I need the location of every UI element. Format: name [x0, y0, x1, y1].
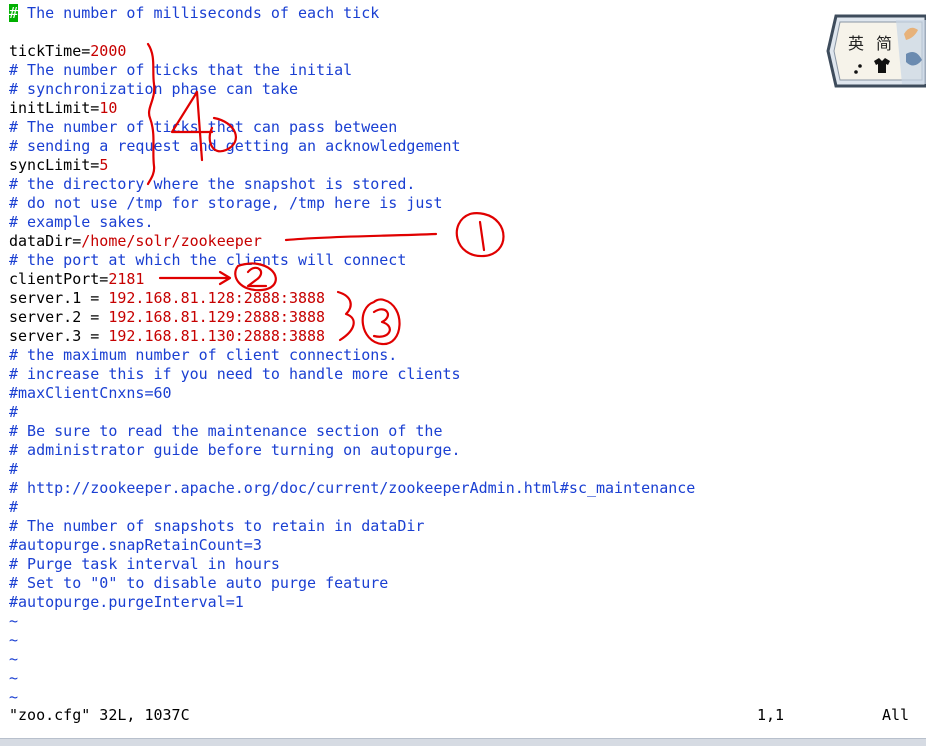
- config-value: /home/solr/zookeeper: [81, 232, 262, 250]
- status-file-info: "zoo.cfg" 32L, 1037C: [9, 706, 190, 724]
- comment-text: # http://zookeeper.apache.org/doc/curren…: [9, 479, 696, 497]
- comment-text: #autopurge.snapRetainCount=3: [9, 536, 262, 554]
- comment-line: #: [9, 460, 18, 479]
- comment-line: # example sakes.: [9, 213, 154, 232]
- config-key: clientPort=: [9, 270, 109, 288]
- config-value: 192.168.81.130:2888:3888: [108, 327, 326, 345]
- config-value: 192.168.81.129:2888:3888: [108, 308, 326, 326]
- comment-text: # the maximum number of client connectio…: [9, 346, 398, 364]
- config-entry-line: server.2 = 192.168.81.129:2888:3888: [9, 308, 325, 327]
- comment-text: #autopurge.purgeInterval=1: [9, 593, 244, 611]
- config-key: server.1 =: [9, 289, 109, 307]
- comment-line: # the directory where the snapshot is st…: [9, 175, 415, 194]
- comment-line: # Purge task interval in hours: [9, 555, 280, 574]
- config-entry-line: tickTime=2000: [9, 42, 126, 61]
- comment-text: # the directory where the snapshot is st…: [9, 175, 416, 193]
- comment-text: # increase this if you need to handle mo…: [9, 365, 461, 383]
- comment-line: # http://zookeeper.apache.org/doc/curren…: [9, 479, 695, 498]
- comment-text: # the port at which the clients will con…: [9, 251, 407, 269]
- config-value: 10: [99, 99, 118, 117]
- comment-line: # the port at which the clients will con…: [9, 251, 406, 270]
- empty-buffer-line: ~: [9, 688, 19, 706]
- comment-text: # do not use /tmp for storage, /tmp here…: [9, 194, 443, 212]
- comment-line: # do not use /tmp for storage, /tmp here…: [9, 194, 442, 213]
- comment-line: # Be sure to read the maintenance sectio…: [9, 422, 442, 441]
- config-key: server.2 =: [9, 308, 109, 326]
- ime-status-widget[interactable]: 英 简: [826, 14, 926, 94]
- config-entry-line: syncLimit=5: [9, 156, 108, 175]
- config-key: dataDir=: [9, 232, 82, 250]
- comment-line: # The number of ticks that the initial: [9, 61, 352, 80]
- config-key: syncLimit=: [9, 156, 100, 174]
- comment-line: # increase this if you need to handle mo…: [9, 365, 461, 384]
- comment-line: # the maximum number of client connectio…: [9, 346, 397, 365]
- config-key: initLimit=: [9, 99, 100, 117]
- comment-line: # The number of snapshots to retain in d…: [9, 517, 424, 536]
- comment-text: # The number of snapshots to retain in d…: [9, 517, 425, 535]
- vim-editor[interactable]: # The number of milliseconds of each tic…: [0, 0, 926, 745]
- comment-line: # synchronization phase can take: [9, 80, 298, 99]
- empty-buffer-line: ~: [9, 631, 19, 649]
- text-cursor: #: [9, 4, 19, 22]
- ime-status-icon: 英 简: [826, 14, 926, 88]
- empty-buffer-line: ~: [9, 669, 19, 687]
- comment-line: #: [9, 498, 18, 517]
- ime-script-label: 简: [876, 34, 892, 53]
- comment-text: # Set to "0" to disable auto purge featu…: [9, 574, 389, 592]
- config-entry-line: server.3 = 192.168.81.130:2888:3888: [9, 327, 325, 346]
- config-entry-line: dataDir=/home/solr/zookeeper: [9, 232, 262, 251]
- comment-line: # Set to "0" to disable auto purge featu…: [9, 574, 388, 593]
- comment-text: # Be sure to read the maintenance sectio…: [9, 422, 443, 440]
- comment-line: #autopurge.snapRetainCount=3: [9, 536, 262, 555]
- comment-text: # administrator guide before turning on …: [9, 441, 461, 459]
- config-value: 2000: [90, 42, 127, 60]
- comment-line: # The number of milliseconds of each tic…: [9, 4, 379, 23]
- comment-text: # synchronization phase can take: [9, 80, 298, 98]
- comment-text: The number of milliseconds of each tick: [18, 4, 380, 22]
- comment-text: #: [9, 460, 19, 478]
- comment-line: #: [9, 403, 18, 422]
- comment-line: # administrator guide before turning on …: [9, 441, 461, 460]
- config-value: 192.168.81.128:2888:3888: [108, 289, 326, 307]
- comment-text: # sending a request and getting an ackno…: [9, 137, 461, 155]
- comment-text: # The number of ticks that can pass betw…: [9, 118, 398, 136]
- config-entry-line: server.1 = 192.168.81.128:2888:3888: [9, 289, 325, 308]
- comment-line: # The number of ticks that can pass betw…: [9, 118, 397, 137]
- config-value: 5: [99, 156, 109, 174]
- config-key: server.3 =: [9, 327, 109, 345]
- status-cursor-position: 1,1: [757, 706, 785, 724]
- comment-text: #maxClientCnxns=60: [9, 384, 172, 402]
- empty-buffer-line: ~: [9, 650, 19, 668]
- config-entry-line: clientPort=2181: [9, 270, 144, 289]
- comment-text: # Purge task interval in hours: [9, 555, 280, 573]
- comment-line: #maxClientCnxns=60: [9, 384, 172, 403]
- comment-text: # The number of ticks that the initial: [9, 61, 353, 79]
- config-key: tickTime=: [9, 42, 91, 60]
- ime-lang-label: 英: [848, 34, 864, 53]
- comment-line: # sending a request and getting an ackno…: [9, 137, 461, 156]
- comment-text: # example sakes.: [9, 213, 154, 231]
- comment-line: #autopurge.purgeInterval=1: [9, 593, 244, 612]
- comment-text: #: [9, 498, 19, 516]
- status-scroll-position: All: [882, 706, 910, 724]
- config-entry-line: initLimit=10: [9, 99, 117, 118]
- config-value: 2181: [108, 270, 145, 288]
- vim-status-line: "zoo.cfg" 32L, 1037C 1,1 All: [0, 706, 926, 725]
- comment-text: #: [9, 403, 19, 421]
- empty-buffer-line: ~: [9, 612, 19, 630]
